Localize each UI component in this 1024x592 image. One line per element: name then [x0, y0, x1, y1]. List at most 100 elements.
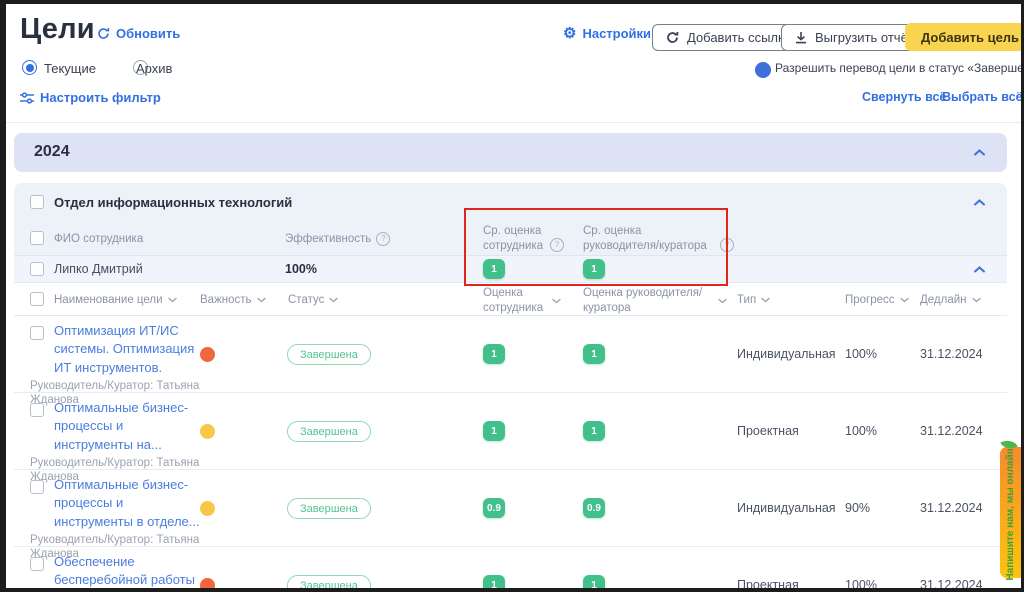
col-employee-name: ФИО сотрудника	[54, 232, 143, 247]
importance-dot	[200, 501, 215, 516]
goal-row: Оптимизация ИТ/ИС системы. Оптимизация И…	[14, 316, 1007, 393]
goal-deadline: 31.12.2024	[920, 424, 983, 438]
status-pill: Завершена	[287, 421, 371, 442]
chat-widget-tab[interactable]: Напишите нам, мы онлайн!	[1000, 447, 1021, 578]
refresh-label: Обновить	[116, 26, 180, 41]
employee-effectiveness: 100%	[285, 262, 317, 276]
summary-checkbox[interactable]	[30, 231, 44, 245]
year-section-bar[interactable]: 2024	[14, 133, 1007, 172]
department-checkbox[interactable]	[30, 195, 44, 209]
goal-name-link[interactable]: Оптимизация ИТ/ИС системы. Оптимизация И…	[54, 322, 202, 377]
goal-row: Обеспечение бесперебойной работы бизнеса…	[14, 547, 1007, 592]
download-icon	[795, 31, 807, 44]
goal-row: Оптимальные бизнес-процессы и инструмент…	[14, 470, 1007, 547]
settings-label: Настройки	[582, 26, 651, 41]
self-score-badge: 0.9	[483, 498, 505, 518]
frame-left	[0, 0, 6, 592]
header-divider	[6, 122, 1021, 123]
radio-current[interactable]	[22, 60, 37, 75]
goal-deadline: 31.12.2024	[920, 347, 983, 361]
col-goal-name[interactable]: Наименование цели	[54, 293, 177, 308]
frame-top	[0, 0, 1024, 4]
col-importance[interactable]: Важность	[200, 293, 266, 308]
col-avg-manager-score: Ср. оценка руководителя/куратора ?	[583, 224, 743, 254]
goal-type: Индивидуальная	[737, 501, 836, 515]
page-title: Цели	[20, 13, 95, 46]
chevron-up-icon[interactable]	[974, 266, 985, 273]
importance-dot	[200, 347, 215, 362]
configure-filter-label: Настроить фильтр	[40, 90, 161, 105]
department-header[interactable]: Отдел информационных технологий	[14, 183, 1007, 221]
filter-sliders-icon	[20, 92, 34, 104]
status-pill: Завершена	[287, 344, 371, 365]
add-goal-button[interactable]: Добавить цель	[905, 23, 1024, 51]
goals-page: Цели Обновить ⚙ Настройки Добавить ссылк…	[0, 0, 1024, 592]
manager-score-badge: 1	[583, 421, 605, 441]
avg-manager-score-badge: 1	[583, 259, 605, 279]
goal-name-link[interactable]: Оптимальные бизнес-процессы и инструмент…	[54, 476, 202, 531]
employee-row[interactable]: Липко Дмитрий 100% 1 1	[14, 256, 1007, 283]
allow-complete-toggle-label: Разрешить перевод цели в статус «Заверше…	[775, 61, 1024, 75]
radio-archive-label: Архив	[136, 61, 172, 76]
importance-dot	[200, 424, 215, 439]
department-name: Отдел информационных технологий	[54, 195, 292, 210]
sort-chevron-icon	[972, 297, 981, 303]
help-icon[interactable]: ?	[376, 232, 390, 246]
summary-header-row: ФИО сотрудника Эффективность ? Ср. оценк…	[14, 221, 1007, 256]
goals-header-checkbox[interactable]	[30, 292, 44, 306]
refresh-link[interactable]: Обновить	[97, 26, 180, 41]
export-report-label: Выгрузить отчёт	[815, 30, 914, 45]
avg-self-score-badge: 1	[483, 259, 505, 279]
sort-chevron-icon	[257, 297, 266, 303]
department-card: Отдел информационных технологий ФИО сотр…	[14, 183, 1007, 592]
goal-type: Проектная	[737, 424, 799, 438]
self-score-badge: 1	[483, 421, 505, 441]
sync-icon	[666, 31, 679, 44]
toggle-knob	[755, 62, 771, 78]
radio-current-label: Текущие	[44, 61, 96, 76]
help-icon[interactable]: ?	[550, 238, 564, 252]
col-status[interactable]: Статус	[288, 293, 338, 308]
chevron-up-icon[interactable]	[974, 199, 985, 206]
employee-checkbox[interactable]	[30, 262, 44, 276]
goal-deadline: 31.12.2024	[920, 501, 983, 515]
col-type[interactable]: Тип	[737, 293, 770, 308]
goal-row: Оптимальные бизнес-процессы и инструмент…	[14, 393, 1007, 470]
chat-widget-label: Напишите нам, мы онлайн!	[1005, 445, 1016, 581]
goals-header-row: Наименование цели Важность Статус Оценка…	[14, 283, 1007, 316]
col-progress[interactable]: Прогресс	[845, 293, 909, 308]
settings-link[interactable]: ⚙ Настройки	[563, 26, 651, 41]
goal-progress: 100%	[845, 424, 877, 438]
refresh-icon	[97, 27, 110, 40]
collapse-all-link[interactable]: Свернуть всё	[862, 90, 946, 104]
col-manager-score[interactable]: Оценка руководителя/куратора	[583, 286, 733, 316]
sort-chevron-icon	[900, 297, 909, 303]
col-deadline[interactable]: Дедлайн	[920, 293, 981, 308]
help-icon[interactable]: ?	[720, 238, 734, 252]
sort-chevron-icon	[552, 298, 561, 304]
chevron-up-icon[interactable]	[974, 149, 985, 156]
frame-bottom	[0, 588, 1024, 592]
status-pill: Завершена	[287, 498, 371, 519]
employee-name: Липко Дмитрий	[54, 262, 143, 276]
col-self-score[interactable]: Оценка сотрудника	[483, 286, 569, 316]
goal-progress: 100%	[845, 347, 877, 361]
configure-filter-link[interactable]: Настроить фильтр	[20, 90, 161, 105]
goal-name-link[interactable]: Обеспечение бесперебойной работы бизнеса…	[54, 553, 202, 592]
goal-progress: 90%	[845, 501, 870, 515]
add-link-label: Добавить ссылку	[687, 30, 790, 45]
select-all-link[interactable]: Выбрать всё	[942, 90, 1023, 104]
sort-chevron-icon	[761, 297, 770, 303]
manager-score-badge: 0.9	[583, 498, 605, 518]
sort-chevron-icon	[718, 298, 727, 304]
manager-score-badge: 1	[583, 344, 605, 364]
goal-type: Индивидуальная	[737, 347, 836, 361]
sort-chevron-icon	[168, 297, 177, 303]
col-avg-self-score: Ср. оценка сотрудника ?	[483, 224, 567, 254]
sort-chevron-icon	[329, 297, 338, 303]
add-goal-label: Добавить цель	[921, 30, 1019, 45]
self-score-badge: 1	[483, 344, 505, 364]
goal-name-link[interactable]: Оптимальные бизнес-процессы и инструмент…	[54, 399, 202, 454]
year-label: 2024	[34, 143, 70, 161]
gear-icon: ⚙	[563, 26, 576, 41]
